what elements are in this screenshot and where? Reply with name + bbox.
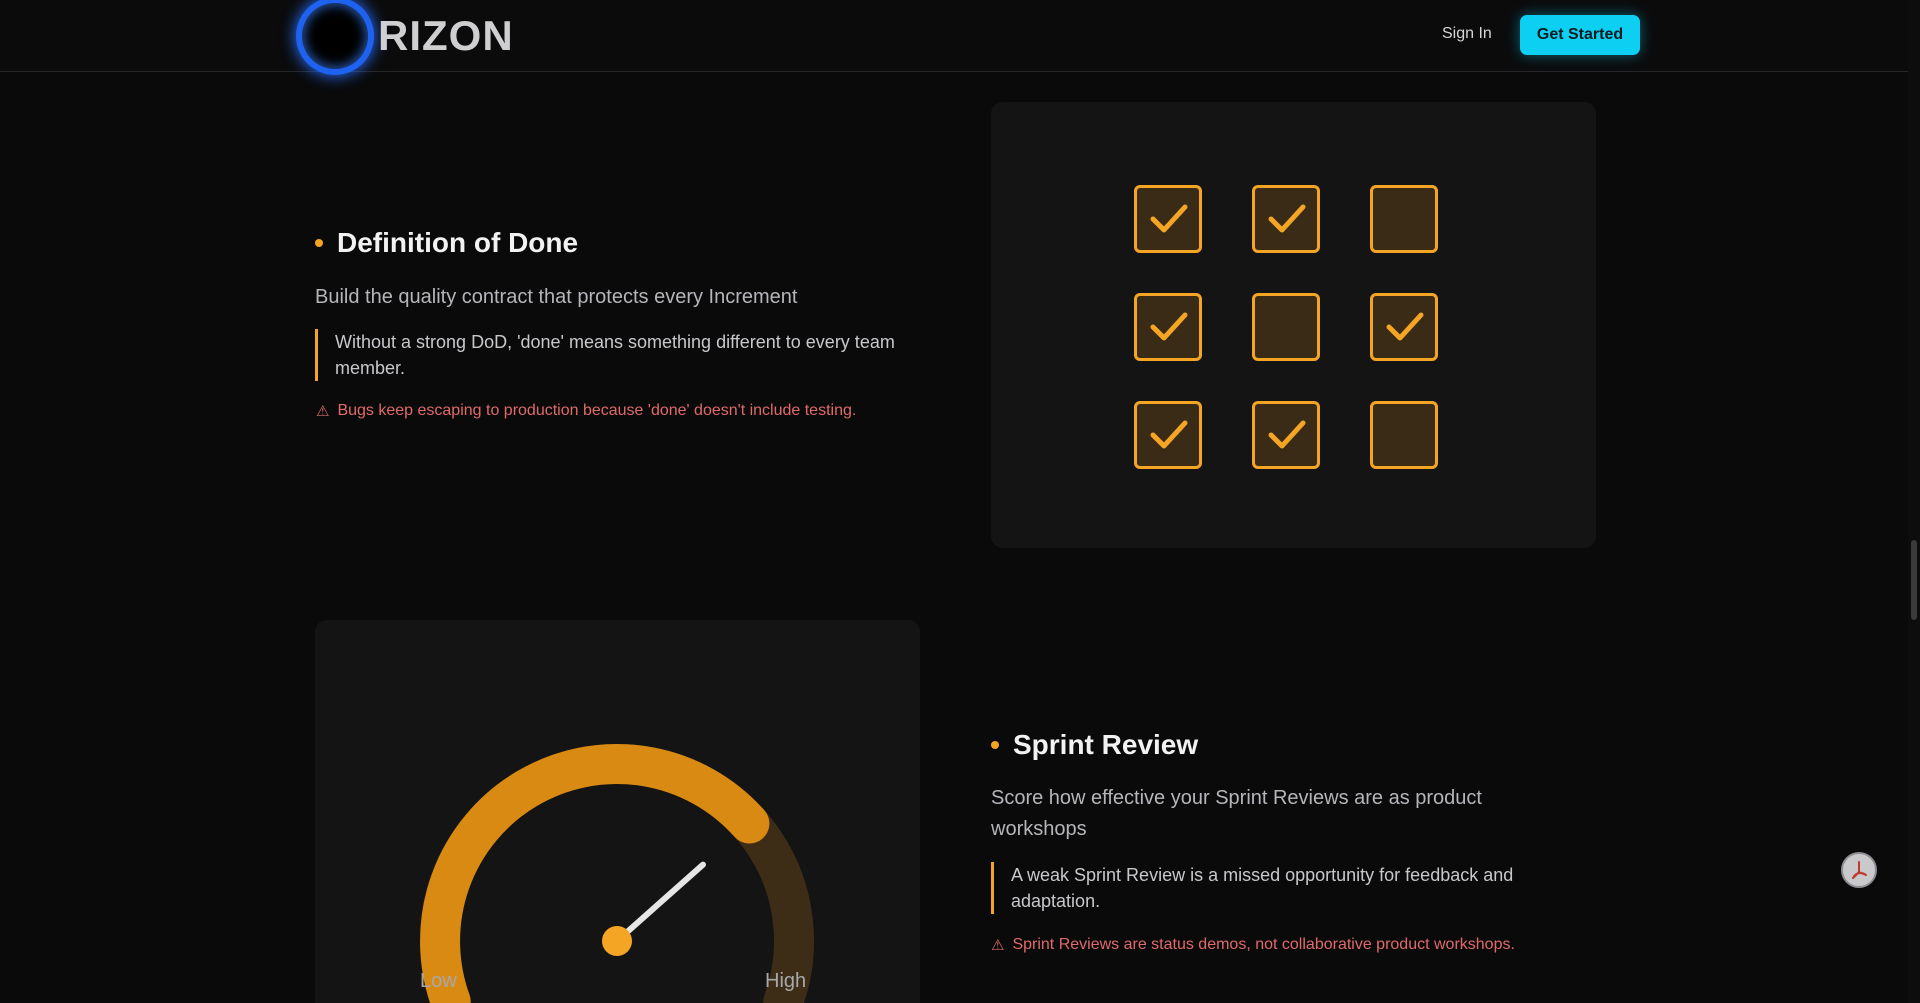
pdf-export-button[interactable] bbox=[1841, 852, 1877, 888]
warning-text: Sprint Reviews are status demos, not col… bbox=[1012, 936, 1515, 953]
checklist-box[interactable] bbox=[1134, 185, 1202, 253]
warning-icon: ⚠ bbox=[316, 403, 330, 420]
gauge-card: Low High bbox=[315, 620, 920, 1003]
gauge-needle bbox=[614, 861, 706, 944]
get-started-button[interactable]: Get Started bbox=[1520, 15, 1640, 55]
scrollbar[interactable] bbox=[1908, 0, 1920, 1003]
bullet-dot-icon bbox=[315, 239, 323, 247]
section-title: Sprint Review bbox=[1013, 729, 1199, 760]
section-quote: Without a strong DoD, 'done' means somet… bbox=[315, 329, 915, 381]
section-heading: Definition of Done bbox=[315, 227, 578, 259]
gauge-high-label: High bbox=[765, 970, 807, 992]
warning-icon: ⚠ bbox=[991, 937, 1005, 954]
checkmark-icon bbox=[1150, 204, 1188, 233]
checklist-box[interactable] bbox=[1370, 293, 1438, 361]
top-nav: RIZON Sign In Get Started bbox=[0, 0, 1908, 72]
gauge-chart bbox=[420, 743, 814, 1003]
section-warning: ⚠ Sprint Reviews are status demos, not c… bbox=[991, 936, 1515, 954]
checklist-box[interactable] bbox=[1252, 293, 1320, 361]
checklist-box[interactable] bbox=[1134, 401, 1202, 469]
checklist-box[interactable] bbox=[1252, 185, 1320, 253]
section-title: Definition of Done bbox=[337, 227, 579, 258]
pdf-icon bbox=[1852, 861, 1867, 879]
warning-text: Bugs keep escaping to production because… bbox=[337, 402, 857, 419]
checkmark-icon bbox=[1268, 204, 1306, 233]
checkmark-icon bbox=[1386, 312, 1424, 341]
brand-logo[interactable]: RIZON bbox=[296, 0, 514, 71]
checkmark-icon bbox=[1150, 312, 1188, 341]
brand-name: RIZON bbox=[378, 11, 514, 59]
checklist-box[interactable] bbox=[1252, 401, 1320, 469]
checklist-box[interactable] bbox=[1134, 293, 1202, 361]
checkmark-icon bbox=[1268, 420, 1306, 449]
sign-in-link[interactable]: Sign In bbox=[1442, 25, 1492, 43]
scrollbar-thumb[interactable] bbox=[1911, 540, 1917, 620]
section-subtitle: Build the quality contract that protects… bbox=[315, 286, 798, 308]
section-warning: ⚠ Bugs keep escaping to production becau… bbox=[316, 402, 856, 420]
gauge-pivot bbox=[602, 926, 632, 956]
page: RIZON Sign In Get Started Definition of … bbox=[0, 0, 1920, 1003]
gauge-fill bbox=[420, 744, 770, 1003]
checkmark-icon bbox=[1150, 420, 1188, 449]
checklist-card bbox=[991, 102, 1596, 548]
bullet-dot-icon bbox=[991, 741, 999, 749]
checklist-box[interactable] bbox=[1370, 185, 1438, 253]
section-quote: A weak Sprint Review is a missed opportu… bbox=[991, 862, 1571, 914]
checklist-box[interactable] bbox=[1370, 401, 1438, 469]
section-heading: Sprint Review bbox=[991, 729, 1198, 761]
gauge-low-label: Low bbox=[420, 970, 457, 992]
section-subtitle: Score how effective your Sprint Reviews … bbox=[991, 787, 1482, 840]
logo-ring-icon bbox=[302, 2, 368, 69]
